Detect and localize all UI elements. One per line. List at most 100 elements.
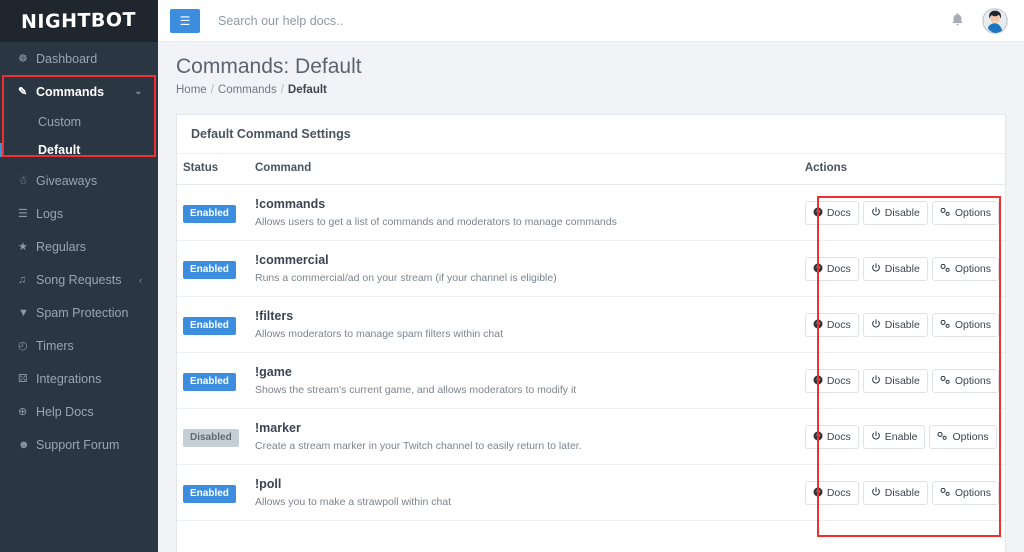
- search-input[interactable]: [218, 14, 518, 28]
- question-circle-icon: ?: [813, 375, 823, 388]
- toggle-button-label: Disable: [885, 320, 920, 331]
- notifications-bell-icon[interactable]: [951, 12, 964, 30]
- menu-toggle-button[interactable]: ☰: [170, 9, 200, 33]
- toggle-button[interactable]: Disable: [863, 257, 928, 282]
- command-description: Create a stream marker in your Twitch ch…: [255, 440, 793, 452]
- command-name[interactable]: !poll: [255, 477, 793, 491]
- toggle-button-label: Disable: [885, 488, 920, 499]
- sidebar-subitem-default[interactable]: Default: [0, 136, 158, 164]
- sidebar-item-help-docs[interactable]: ⊕Help Docs: [0, 395, 158, 428]
- hamburger-icon: ☰: [180, 14, 191, 28]
- gears-icon: [937, 431, 948, 444]
- sidebar-item-spam-protection[interactable]: ▼Spam Protection: [0, 296, 158, 329]
- sidebar-item-commands[interactable]: ✎Commands⌄: [0, 75, 158, 108]
- svg-text:?: ?: [816, 377, 820, 384]
- column-header-command: Command: [249, 154, 799, 185]
- options-button-label: Options: [955, 488, 991, 499]
- options-button[interactable]: Options: [932, 481, 999, 506]
- sidebar-item-label: Dashboard: [36, 52, 97, 66]
- toggle-button[interactable]: Disable: [863, 369, 928, 394]
- sidebar-item-label: Support Forum: [36, 438, 119, 452]
- table-row: Enabled !game Shows the stream's current g…: [177, 353, 1005, 409]
- cell-status: [177, 521, 249, 552]
- toggle-button-label: Disable: [885, 376, 920, 387]
- options-button[interactable]: Options: [932, 313, 999, 338]
- sidebar-item-label: Commands: [36, 85, 104, 99]
- cell-command: !commercialRuns a commercial/ad on your …: [249, 241, 799, 297]
- command-description: Allows you to make a strawpoll within ch…: [255, 496, 793, 508]
- svg-text:?: ?: [816, 489, 820, 496]
- docs-button[interactable]: ?Docs: [805, 313, 859, 338]
- docs-button-label: Docs: [827, 320, 851, 331]
- toggle-button[interactable]: Disable: [863, 481, 928, 506]
- table-row: Enabled !commercialRuns a commercial/ad o…: [177, 241, 1005, 297]
- panel-title: Default Command Settings: [177, 115, 1005, 154]
- table-row: Enabled!pollAllows you to make a strawpo…: [177, 465, 1005, 521]
- toggle-button[interactable]: Disable: [863, 201, 928, 226]
- nightbot-logo: NIGHTBOT: [21, 9, 136, 33]
- command-name[interactable]: !filters: [255, 309, 793, 323]
- table-header-row: Status Command Actions: [177, 154, 1005, 185]
- cell-status: Enabled: [177, 241, 249, 297]
- sidebar-subitem-custom[interactable]: Custom: [0, 108, 158, 136]
- brand-header[interactable]: NIGHTBOT: [0, 0, 158, 42]
- docs-button[interactable]: ?Docs: [805, 369, 859, 394]
- action-button-group: ?Docs Disable Options: [805, 481, 999, 506]
- breadcrumb-item-commands[interactable]: Commands: [218, 84, 277, 96]
- sidebar-item-dashboard[interactable]: ☸Dashboard: [0, 42, 158, 75]
- action-button-group: ?Docs Enable Options: [805, 425, 997, 450]
- docs-button[interactable]: ?Docs: [805, 481, 859, 506]
- sidebar-item-song-requests[interactable]: ♫Song Requests‹: [0, 263, 158, 296]
- options-button[interactable]: Options: [929, 425, 996, 450]
- question-circle-icon: ?: [813, 263, 823, 276]
- sidebar-item-integrations[interactable]: ⚄Integrations: [0, 362, 158, 395]
- command-name[interactable]: !commercial: [255, 253, 793, 267]
- sidebar-item-label: Integrations: [36, 372, 101, 386]
- docs-button-label: Docs: [827, 432, 851, 443]
- sidebar-item-support-forum[interactable]: ☻Support Forum: [0, 428, 158, 461]
- gears-icon: [940, 207, 951, 220]
- sidebar-item-label: Help Docs: [36, 405, 94, 419]
- sidebar-item-regulars[interactable]: ★Regulars: [0, 230, 158, 263]
- options-button-label: Options: [952, 432, 988, 443]
- toggle-button-label: Disable: [885, 264, 920, 275]
- command-name[interactable]: !commands: [255, 197, 793, 211]
- options-button[interactable]: Options: [932, 201, 999, 226]
- options-button[interactable]: Options: [932, 257, 999, 282]
- cell-actions: ?Docs Enable Options: [799, 409, 1005, 465]
- status-badge: Enabled: [183, 317, 236, 335]
- breadcrumb-item-home[interactable]: Home: [176, 84, 207, 96]
- action-button-group: ?Docs Disable Options: [805, 369, 999, 394]
- sidebar-item-giveaways[interactable]: ☃Giveaways: [0, 164, 158, 197]
- user-avatar[interactable]: [982, 8, 1008, 34]
- column-header-status: Status: [177, 154, 249, 185]
- question-circle-icon: ?: [813, 487, 823, 500]
- breadcrumb: Home/Commands/Default: [176, 84, 1024, 96]
- docs-button[interactable]: ?Docs: [805, 425, 859, 450]
- command-name[interactable]: !marker: [255, 421, 793, 435]
- docs-button[interactable]: ?Docs: [805, 201, 859, 226]
- share-nodes-icon: ⚄: [18, 372, 36, 385]
- docs-button-label: Docs: [827, 264, 851, 275]
- cell-status: Enabled: [177, 353, 249, 409]
- command-description: Shows the stream's current game, and all…: [255, 384, 793, 396]
- toggle-button[interactable]: Disable: [863, 313, 928, 338]
- cell-command: !poll Allows you to make a strawpoll with…: [249, 465, 799, 521]
- gears-icon: [940, 375, 951, 388]
- docs-button[interactable]: ? Docs: [805, 257, 859, 282]
- sidebar: NIGHTBOT ☸Dashboard✎Commands⌄CustomDefau…: [0, 0, 158, 552]
- sidebar-item-timers[interactable]: ◴Timers: [0, 329, 158, 362]
- status-badge: Enabled: [183, 261, 236, 279]
- list-icon: ☰: [18, 207, 36, 220]
- options-button[interactable]: Options: [932, 369, 999, 394]
- table-body: Enabled!commandsAllows users to get a li…: [177, 185, 1005, 552]
- cell-command: [249, 521, 799, 552]
- toggle-button-label: Enable: [885, 432, 918, 443]
- sidebar-item-logs[interactable]: ☰Logs: [0, 197, 158, 230]
- active-indicator: [0, 143, 4, 157]
- lifebuoy-icon: ⊕: [18, 405, 36, 418]
- toggle-button[interactable]: Enable: [863, 425, 926, 450]
- status-badge: Disabled: [183, 429, 239, 447]
- command-name[interactable]: !game: [255, 365, 793, 379]
- power-icon: [871, 431, 881, 444]
